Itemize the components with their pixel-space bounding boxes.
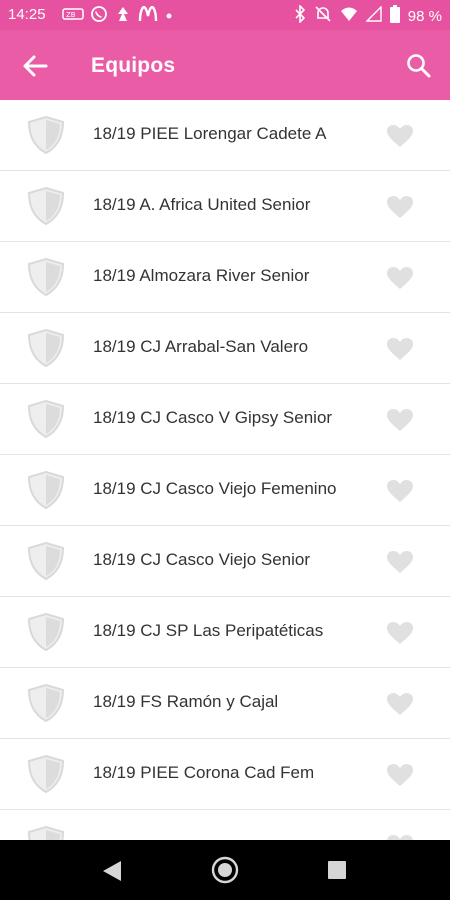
search-button[interactable]	[406, 52, 432, 80]
signal-icon	[365, 5, 382, 26]
team-name: 18/19 Almozara River Senior	[93, 266, 310, 285]
battery-percent: 98 %	[407, 7, 442, 25]
team-list-item[interactable]: 18/19 CJ Casco Viejo Senior	[0, 526, 450, 597]
team-list-item[interactable]: 18/19 PIEE Corona Cad Fem	[0, 739, 450, 810]
nav-home-icon[interactable]	[211, 856, 239, 884]
shield-icon	[26, 683, 66, 723]
arrow-left-icon	[23, 55, 48, 77]
shield-icon	[26, 186, 66, 226]
heart-icon[interactable]	[386, 408, 414, 432]
team-name: 18/19 CJ Arrabal-San Valero	[93, 337, 309, 356]
team-list-item[interactable]: 18/19 CJ SP Las Peripatéticas	[0, 597, 450, 668]
shield-icon	[26, 257, 66, 297]
shield-icon	[26, 470, 66, 510]
shield-icon	[26, 754, 66, 794]
team-list-item[interactable]: 18/19 A. Africa United Senior	[0, 171, 450, 242]
heart-icon[interactable]	[386, 195, 414, 219]
wifi-icon	[340, 6, 358, 26]
mute-bell-icon	[314, 5, 332, 27]
team-list-item[interactable]: 18/19 CJ Casco V Gipsy Senior	[0, 384, 450, 455]
more-notifications-dot	[164, 8, 174, 26]
shield-icon	[26, 541, 66, 581]
status-bar: 14:25 ZB 98 %	[0, 0, 450, 30]
team-name: 18/19 CJ Casco Viejo Femenino	[93, 479, 337, 498]
status-time: 14:25	[8, 6, 46, 23]
team-name: 18/19 PIEE Lorengar Cadete A	[93, 124, 327, 143]
app-notification-icon: ZB	[62, 7, 84, 26]
mcdonalds-icon	[138, 5, 158, 27]
shield-icon	[26, 328, 66, 368]
heart-icon[interactable]	[386, 124, 414, 148]
team-list-item[interactable]: 18/19 CJ Arrabal-San Valero	[0, 313, 450, 384]
whatsapp-icon	[90, 5, 108, 28]
heart-icon[interactable]	[386, 621, 414, 645]
back-button[interactable]	[20, 52, 50, 80]
heart-icon[interactable]	[386, 479, 414, 503]
team-name: 18/19 CJ SP Las Peripatéticas	[93, 621, 324, 640]
system-nav-bar	[0, 840, 450, 900]
team-list[interactable]: 18/19 PIEE Lorengar Cadete A 18/19 A. Afr…	[0, 100, 450, 840]
page-title: Equipos	[91, 54, 176, 77]
nav-recents-icon[interactable]	[328, 861, 346, 879]
app-toolbar: Equipos	[0, 30, 450, 100]
heart-icon[interactable]	[386, 266, 414, 290]
team-list-item[interactable]: 18/19 Almozara River Senior	[0, 242, 450, 313]
heart-icon[interactable]	[386, 763, 414, 787]
heart-icon[interactable]	[386, 337, 414, 361]
team-name: 18/19 A. Africa United Senior	[93, 195, 311, 214]
team-list-item[interactable]: 18/19 FS Ramón y Cajal	[0, 668, 450, 739]
team-name: 18/19 PIEE Corona Cad Fem	[93, 763, 315, 782]
bluetooth-icon	[294, 4, 306, 27]
search-icon	[407, 54, 431, 78]
svg-text:ZB: ZB	[66, 11, 76, 19]
shield-icon	[26, 825, 66, 840]
battery-icon	[389, 5, 400, 27]
team-list-item[interactable]	[0, 810, 450, 840]
team-list-item[interactable]: 18/19 CJ Casco Viejo Femenino	[0, 455, 450, 526]
team-name: 18/19 CJ Casco V Gipsy Senior	[93, 408, 333, 427]
bank-app-icon	[114, 6, 132, 27]
team-name: 18/19 FS Ramón y Cajal	[93, 692, 279, 711]
shield-icon	[26, 399, 66, 439]
heart-icon[interactable]	[386, 692, 414, 716]
shield-icon	[26, 612, 66, 652]
team-list-item[interactable]: 18/19 PIEE Lorengar Cadete A	[0, 100, 450, 171]
shield-icon	[26, 115, 66, 155]
nav-back-icon[interactable]	[101, 860, 123, 882]
system-icons: 98 %	[294, 4, 442, 27]
notification-icons: ZB	[62, 5, 174, 28]
heart-icon[interactable]	[386, 550, 414, 574]
team-name: 18/19 CJ Casco Viejo Senior	[93, 550, 311, 569]
